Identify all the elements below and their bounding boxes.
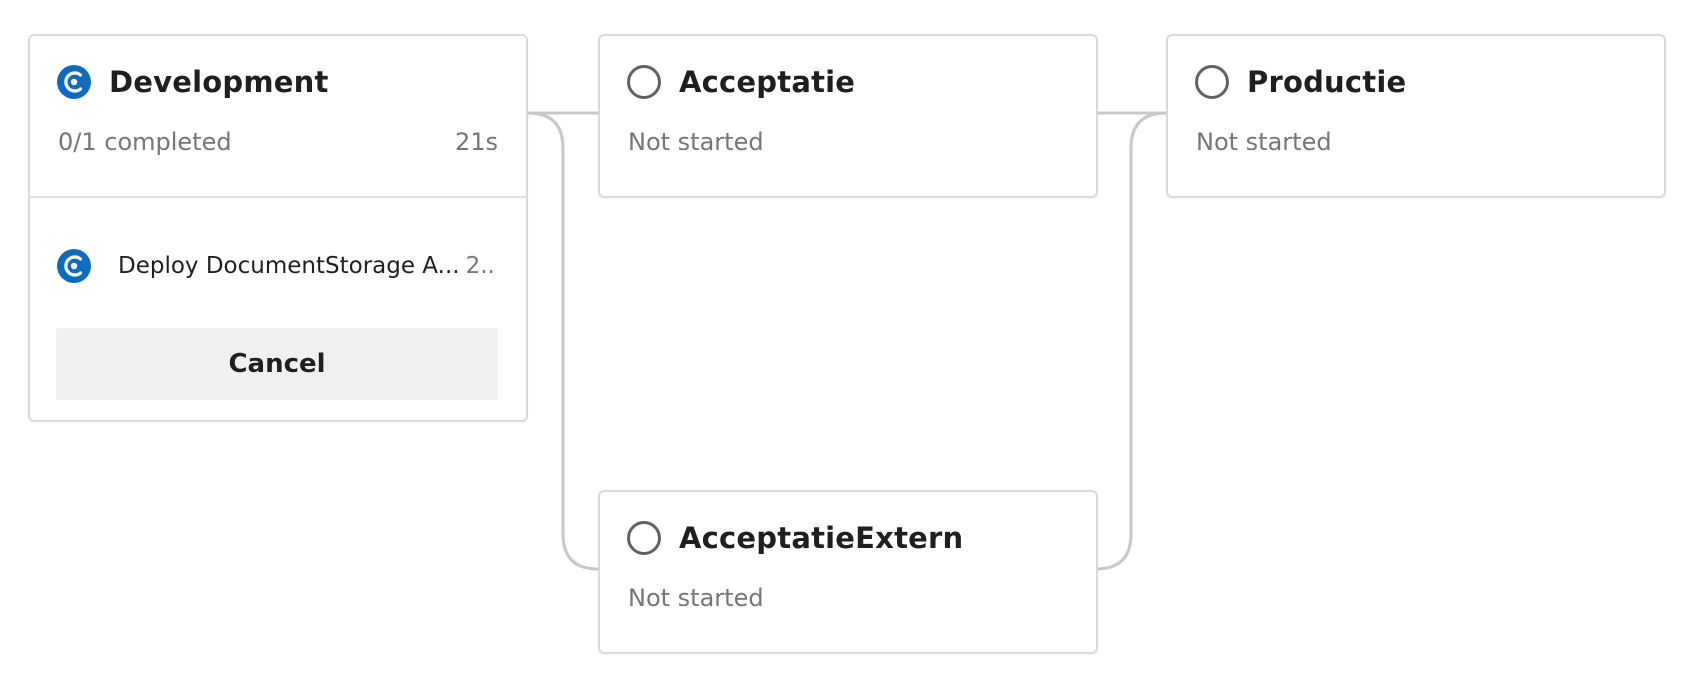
stage-title: Acceptatie <box>679 65 856 99</box>
status-text: Not started <box>1196 128 1332 156</box>
stage-card-acceptatie-extern[interactable]: AcceptatieExtern Not started <box>598 490 1098 654</box>
progress-text: 0/1 completed <box>58 128 232 156</box>
not-started-icon <box>1195 65 1229 99</box>
job-name: Deploy DocumentStorage A... <box>118 253 460 279</box>
stage-title: Productie <box>1247 65 1407 99</box>
stage-header: AcceptatieExtern <box>626 520 963 556</box>
status-text: Not started <box>628 584 764 612</box>
status-text: Not started <box>628 128 764 156</box>
cancel-button[interactable]: Cancel <box>56 328 498 400</box>
stage-header: Acceptatie <box>626 64 855 100</box>
in-progress-icon <box>57 65 91 99</box>
stage-status-row: Not started <box>628 128 1068 156</box>
stage-status-row: Not started <box>1196 128 1636 156</box>
not-started-icon <box>627 65 661 99</box>
not-started-icon <box>627 521 661 555</box>
stage-header: Productie <box>1194 64 1406 100</box>
duration-text: 21s <box>454 128 498 156</box>
job-duration: 2.. <box>465 253 495 279</box>
stage-title: Development <box>109 65 329 99</box>
stage-title: AcceptatieExtern <box>679 521 964 555</box>
stage-card-development[interactable]: Development 0/1 completed 21s Deploy Doc… <box>28 34 528 422</box>
in-progress-icon <box>57 249 91 283</box>
stage-card-acceptatie[interactable]: Acceptatie Not started <box>598 34 1098 198</box>
stage-header: Development <box>56 64 329 100</box>
connector-acceptatie-extern-productie <box>1095 111 1167 571</box>
job-row[interactable]: Deploy DocumentStorage A... 2.. <box>56 248 502 284</box>
divider <box>30 196 526 198</box>
connector-development-acceptatie-extern <box>527 111 599 571</box>
stage-progress-row: 0/1 completed 21s <box>58 128 498 156</box>
stage-status-row: Not started <box>628 584 1068 612</box>
stage-card-productie[interactable]: Productie Not started <box>1166 34 1666 198</box>
